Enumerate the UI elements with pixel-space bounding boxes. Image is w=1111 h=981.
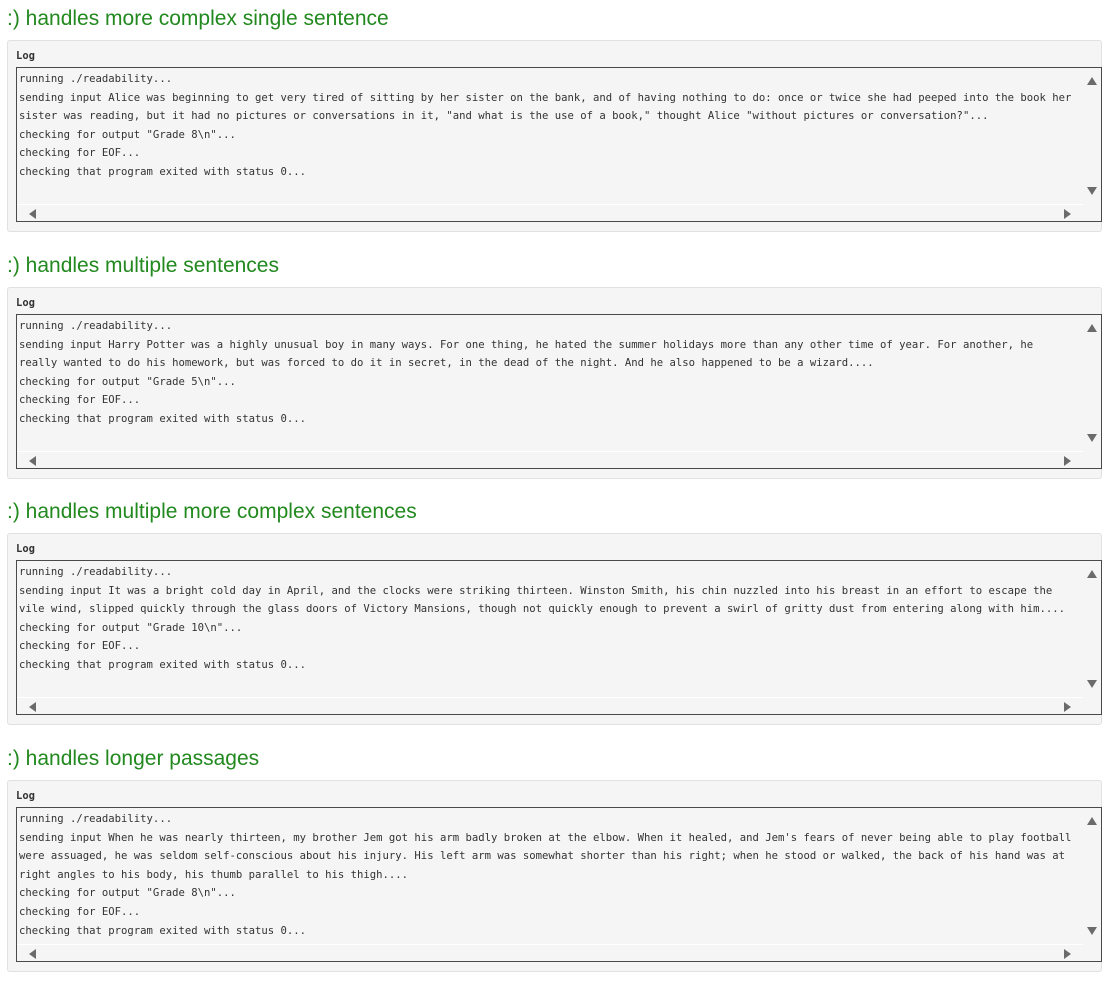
log-panel: Log running ./readability... sending inp… xyxy=(7,40,1102,232)
scroll-right-icon[interactable] xyxy=(1064,949,1071,959)
log-panel: Log running ./readability... sending inp… xyxy=(7,780,1102,972)
log-text[interactable]: running ./readability... sending input H… xyxy=(19,317,1077,449)
scroll-right-icon[interactable] xyxy=(1064,456,1071,466)
scroll-left-icon[interactable] xyxy=(29,209,36,219)
scroll-down-icon[interactable] xyxy=(1087,187,1097,195)
log-text[interactable]: running ./readability... sending input W… xyxy=(19,810,1077,942)
scroll-up-icon[interactable] xyxy=(1087,817,1097,825)
scroll-down-icon[interactable] xyxy=(1087,680,1097,688)
scroll-left-icon[interactable] xyxy=(29,456,36,466)
scroll-right-icon[interactable] xyxy=(1064,209,1071,219)
log-textarea[interactable]: running ./readability... sending input W… xyxy=(16,807,1102,962)
log-text[interactable]: running ./readability... sending input A… xyxy=(19,70,1077,202)
check-title: :) handles multiple more complex sentenc… xyxy=(7,500,417,523)
log-label: Log xyxy=(16,543,35,555)
vertical-scrollbar[interactable] xyxy=(1083,315,1101,451)
log-label: Log xyxy=(16,297,35,309)
log-text[interactable]: running ./readability... sending input I… xyxy=(19,563,1077,695)
scrollbar-corner xyxy=(1083,944,1101,961)
check-title: :) handles multiple sentences xyxy=(7,254,279,277)
vertical-scrollbar[interactable] xyxy=(1083,808,1101,944)
scrollbar-corner xyxy=(1083,697,1101,714)
scroll-right-icon[interactable] xyxy=(1064,702,1071,712)
scrollbar-corner xyxy=(1083,204,1101,221)
horizontal-scrollbar[interactable] xyxy=(17,944,1083,961)
log-textarea[interactable]: running ./readability... sending input H… xyxy=(16,314,1102,469)
horizontal-scrollbar[interactable] xyxy=(17,204,1083,221)
log-panel: Log running ./readability... sending inp… xyxy=(7,533,1102,725)
check-title: :) handles longer passages xyxy=(7,747,260,770)
log-label: Log xyxy=(16,50,35,62)
scroll-down-icon[interactable] xyxy=(1087,434,1097,442)
horizontal-scrollbar[interactable] xyxy=(17,697,1083,714)
log-textarea[interactable]: running ./readability... sending input A… xyxy=(16,67,1102,222)
scroll-down-icon[interactable] xyxy=(1087,927,1097,935)
vertical-scrollbar[interactable] xyxy=(1083,68,1101,204)
scroll-left-icon[interactable] xyxy=(29,702,36,712)
log-label: Log xyxy=(16,790,35,802)
scrollbar-corner xyxy=(1083,451,1101,468)
log-panel: Log running ./readability... sending inp… xyxy=(7,287,1102,479)
scroll-up-icon[interactable] xyxy=(1087,77,1097,85)
scroll-left-icon[interactable] xyxy=(29,949,36,959)
check-title: :) handles more complex single sentence xyxy=(7,7,389,30)
scroll-up-icon[interactable] xyxy=(1087,324,1097,332)
vertical-scrollbar[interactable] xyxy=(1083,561,1101,697)
log-textarea[interactable]: running ./readability... sending input I… xyxy=(16,560,1102,715)
scroll-up-icon[interactable] xyxy=(1087,570,1097,578)
horizontal-scrollbar[interactable] xyxy=(17,451,1083,468)
